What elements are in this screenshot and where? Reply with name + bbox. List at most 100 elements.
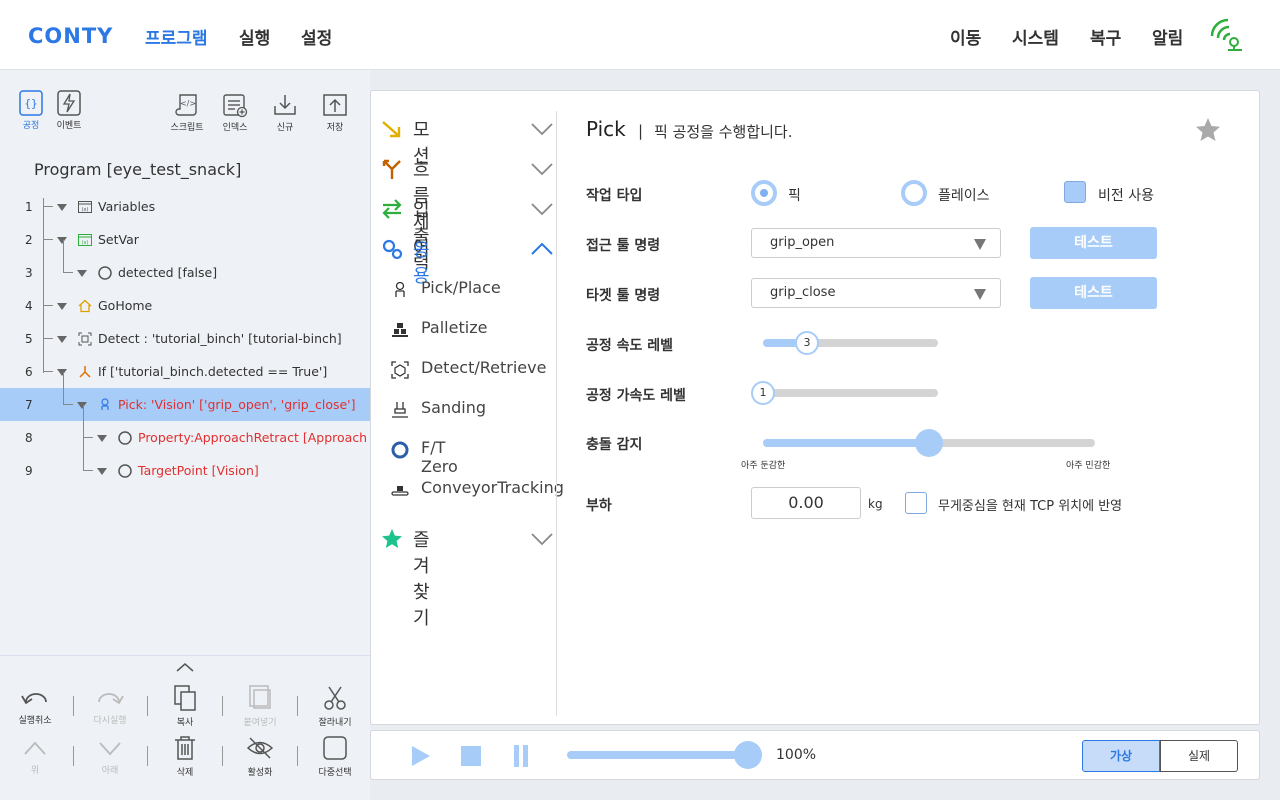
gripper-icon [395,281,405,297]
svg-text:(x): (x) [82,240,89,246]
redo-button[interactable]: 다시실행 [85,688,135,726]
approach-test-button[interactable]: 테스트 [1030,227,1157,259]
stop-icon[interactable] [460,745,482,767]
tree-row-5[interactable]: 5 Detect : 'tutorial_binch' [tutorial-bi… [0,322,370,355]
row-number: 7 [25,398,33,412]
copy-button[interactable]: 복사 [160,684,210,728]
pause-icon[interactable] [511,744,531,768]
tool-process-label: 공정 [22,121,40,131]
target-tool-value: grip_close [770,285,836,300]
variables-icon: (x) [78,201,92,213]
app-item-label: F/T Zero [421,438,458,476]
chevron-down-icon [531,533,553,546]
program-title: Program [eye_test_snack] [34,160,242,179]
delete-button[interactable]: 삭제 [160,734,210,778]
tree-row-7[interactable]: 7 Pick: 'Vision' ['grip_open', 'grip_clo… [0,388,370,421]
tool-new[interactable]: 신규 [270,92,300,133]
collision-slider-handle[interactable] [915,429,943,457]
title-separator: | [638,122,644,140]
payload-input[interactable]: 0.00 [751,487,861,519]
speed-override-slider[interactable] [567,751,742,759]
logo: CONTY [28,24,114,48]
app-item-label: Palletize [421,318,488,337]
circle-icon [118,431,132,445]
copy-label: 복사 [176,718,194,728]
tcp-checkbox[interactable] [905,492,927,514]
vision-checkbox[interactable] [1064,181,1086,203]
move-up-label: 위 [30,766,40,776]
chevron-up-icon [531,242,553,255]
tool-event[interactable]: 이벤트 [54,90,84,131]
lightning-icon [57,90,81,116]
target-test-button[interactable]: 테스트 [1030,277,1157,309]
nav-settings[interactable]: 설정 [301,24,332,49]
gripper-icon [101,398,109,410]
tree-row-3[interactable]: 3 detected [false] [0,256,370,289]
tree-row-2[interactable]: 2 (x) SetVar [0,223,370,256]
edit-toolbar: 실행취소 다시실행 복사 붙여넣기 잘라내기 위 아래 삭제 활성화 다중선택 [0,655,370,800]
pallet-icon [392,323,408,337]
row-number: 3 [25,266,33,280]
row-label: TargetPoint [Vision] [138,463,259,478]
scissors-icon [324,686,346,710]
row-label: GoHome [98,298,153,313]
accel-slider[interactable] [763,389,938,397]
move-down-button[interactable]: 아래 [85,738,135,776]
chevron-up-icon[interactable] [176,662,194,672]
speed-slider-handle[interactable]: 3 [795,331,819,355]
row-label: Detect : 'tutorial_binch' [tutorial-binc… [98,331,342,346]
tool-index[interactable]: 인덱스 [218,92,252,133]
speed-slider[interactable] [763,339,938,347]
connection-icon[interactable] [1208,16,1248,56]
chevron-up-icon [24,741,46,755]
radio-pick[interactable] [751,180,777,206]
tree-row-6[interactable]: 6 If ['tutorial_binch.detected == True'] [0,355,370,388]
tool-save[interactable]: 저장 [320,92,350,133]
speed-override-handle[interactable] [734,741,762,769]
detect-icon [78,332,92,346]
target-tool-label: 타겟 툴 명령 [586,288,661,304]
undo-label: 실행취소 [18,716,52,726]
tool-new-label: 신규 [276,123,294,133]
move-up-button[interactable]: 위 [10,738,60,776]
row-number: 2 [25,233,33,247]
tool-script[interactable]: </> 스크립트 [168,92,206,133]
mode-virtual-button[interactable]: 가상 [1082,740,1160,772]
tree-line [43,198,44,373]
arrow-motion-icon [382,121,401,138]
app-item-label: Detect/Retrieve [421,358,547,377]
paste-button[interactable]: 붙여넣기 [235,684,285,728]
favorite-star-icon[interactable] [1195,117,1221,143]
multi-select-button[interactable]: 다중선택 [310,734,360,778]
tool-script-label: 스크립트 [170,123,204,133]
multi-select-label: 다중선택 [318,768,352,778]
tree-row-4[interactable]: 4 GoHome [0,289,370,322]
sanding-icon [392,402,408,418]
tool-process[interactable]: {} 공정 [16,90,46,131]
accel-slider-handle[interactable]: 1 [751,381,775,405]
nav-recover[interactable]: 복구 [1090,24,1121,49]
play-icon[interactable] [409,744,433,768]
undo-button[interactable]: 실행취소 [10,688,60,726]
nav-system[interactable]: 시스템 [1012,24,1059,49]
tree-row-8[interactable]: 8 Property:ApproachRetract [Approach : u… [0,421,370,454]
row-number: 4 [25,299,33,313]
paste-label: 붙여넣기 [243,718,277,728]
tree-row-9[interactable]: 9 TargetPoint [Vision] [0,454,370,487]
redo-label: 다시실행 [93,716,127,726]
approach-tool-select[interactable]: grip_open [751,228,1001,258]
nav-notify[interactable]: 알림 [1152,24,1183,49]
app-item-label: Pick/Place [421,278,501,297]
nav-run[interactable]: 실행 [239,24,270,49]
target-tool-select[interactable]: grip_close [751,278,1001,308]
activate-button[interactable]: 활성화 [235,734,285,778]
conveyor-icon [391,486,409,496]
radio-place-label: 플레이스 [938,188,990,204]
radio-pick-label: 픽 [788,188,801,204]
cut-button[interactable]: 잘라내기 [310,684,360,728]
tree-row-1[interactable]: 1 (x) Variables [0,190,370,223]
nav-program[interactable]: 프로그램 [145,24,208,49]
radio-place[interactable] [901,180,927,206]
nav-move[interactable]: 이동 [950,24,981,49]
mode-real-button[interactable]: 실제 [1160,740,1238,772]
